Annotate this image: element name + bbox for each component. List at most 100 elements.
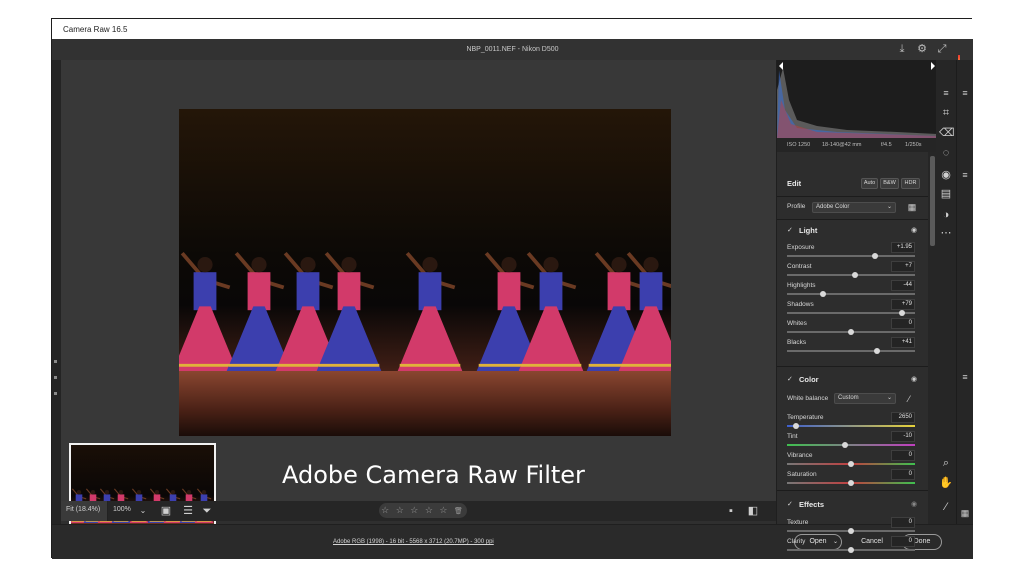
slider-knob[interactable] (851, 272, 858, 278)
save-image-icon[interactable]: ⤓ (894, 41, 910, 57)
sampler-icon[interactable]: ⁄ (939, 500, 953, 514)
grid-icon[interactable]: ▦ (958, 506, 972, 520)
fullscreen-icon[interactable]: ⤢ (934, 41, 950, 57)
hdr-button[interactable]: HDR (901, 178, 920, 189)
slider-label: Temperature (787, 414, 824, 421)
cancel-button[interactable]: Cancel (852, 534, 892, 550)
dancer (226, 251, 292, 371)
slider-knob[interactable] (819, 291, 826, 297)
eraser-icon[interactable]: ⌫ (939, 126, 955, 140)
chevron-down-icon[interactable]: ⌄ (887, 203, 892, 212)
slider-knob[interactable] (873, 348, 880, 354)
slider-label: Highlights (787, 282, 816, 289)
color-chevron-icon[interactable]: ✓ (787, 375, 793, 383)
star-rating-stars[interactable]: ☆ ☆ ☆ ☆ ☆ (381, 505, 449, 515)
color-section-heading[interactable]: Color (799, 375, 819, 384)
slider-track[interactable] (787, 312, 915, 314)
presets-icon[interactable]: ◑ (939, 208, 953, 222)
chevron-down-icon[interactable]: ⌄ (136, 504, 150, 518)
slider-value-field[interactable]: 0 (891, 536, 915, 547)
settings-gear-icon[interactable]: ⚙ (914, 41, 930, 57)
hand-tool-icon[interactable]: ✋ (939, 476, 953, 490)
slider-track[interactable] (787, 293, 915, 295)
chevron-down-icon[interactable]: ⌄ (833, 535, 838, 549)
slider-knob[interactable] (899, 310, 906, 316)
auto-button[interactable]: Auto (861, 178, 878, 189)
slider-value-field[interactable]: +1.95 (891, 242, 915, 253)
slider-label: Whites (787, 320, 807, 327)
white-balance-label: White balance (787, 395, 829, 402)
eye-icon[interactable]: ◉ (911, 226, 917, 234)
slider-knob[interactable] (848, 528, 854, 534)
effects-section-heading[interactable]: Effects (799, 500, 824, 509)
filmstrip-icon[interactable]: ▣ (159, 504, 173, 518)
divider (777, 196, 929, 197)
slider-knob[interactable] (848, 329, 854, 335)
eye-icon[interactable]: ◉ (911, 375, 917, 383)
slider-knob[interactable] (841, 442, 848, 448)
dancer (518, 251, 584, 371)
photo-preview[interactable] (179, 109, 671, 436)
strip-marker (54, 376, 57, 379)
slider-value-field[interactable]: +79 (891, 299, 915, 310)
slider-value-field[interactable]: -44 (891, 280, 915, 291)
white-balance-select[interactable]: Custom ⌄ (834, 393, 896, 404)
window-titlebar: Camera Raw 16.5 (52, 19, 973, 39)
panel-menu-icon[interactable]: ≡ (958, 370, 972, 384)
more-options-icon[interactable]: ⋯ (939, 226, 953, 240)
slider-value-field[interactable]: 0 (891, 450, 915, 461)
red-eye-icon[interactable]: ◉ (939, 168, 953, 182)
slider-value-field[interactable]: 0 (891, 517, 915, 528)
before-after-icon[interactable]: ◧ (746, 504, 760, 518)
trash-icon[interactable]: 🗑 (454, 508, 465, 515)
slider-knob[interactable] (848, 461, 854, 467)
strip-marker (54, 360, 57, 363)
slider-value-field[interactable]: 2650 (891, 412, 915, 423)
dancer (179, 251, 238, 371)
slider-knob[interactable] (848, 480, 854, 486)
slider-value-field[interactable]: 0 (891, 469, 915, 480)
image-canvas[interactable]: Adobe Camera Raw Filter (61, 60, 776, 539)
slider-label: Vibrance (787, 452, 813, 459)
crop-icon[interactable]: ⌗ (939, 106, 953, 120)
edit-sliders-icon[interactable]: ≡ (939, 86, 953, 100)
zoom-100-button[interactable]: 100% (113, 506, 131, 513)
profile-value: Adobe Color (816, 204, 850, 210)
slider-track[interactable] (787, 255, 915, 257)
snapshots-icon[interactable]: ▤ (939, 187, 953, 201)
fit-zoom-button[interactable]: Fit (18.4%) (61, 501, 108, 521)
slider-value-field[interactable]: -10 (891, 431, 915, 442)
slider-track[interactable] (787, 444, 915, 446)
chevron-down-icon[interactable]: ⌄ (887, 394, 892, 403)
slider-knob[interactable] (848, 547, 854, 553)
slider-label: Contrast (787, 263, 812, 270)
slider-track[interactable] (787, 350, 915, 352)
filter-icon[interactable]: ⏷ (200, 504, 214, 518)
slider-value-field[interactable]: 0 (891, 318, 915, 329)
view-mode-icon[interactable]: ▪ (724, 504, 738, 518)
bw-button[interactable]: B&W (880, 178, 899, 189)
panel-menu-icon[interactable]: ≡ (958, 86, 972, 100)
dancer (316, 251, 382, 371)
star-rating[interactable]: ☆ ☆ ☆ ☆ ☆ 🗑 (379, 503, 467, 518)
panel-scroll-thumb[interactable] (930, 156, 935, 246)
eye-icon[interactable]: ◉ (911, 500, 917, 508)
slider-knob[interactable] (792, 423, 799, 429)
masking-icon[interactable]: ◌ (939, 146, 953, 160)
profile-select[interactable]: Adobe Color ⌄ (812, 202, 896, 213)
light-section-heading[interactable]: Light (799, 226, 817, 235)
zoom-tool-icon[interactable]: ⌕ (939, 456, 953, 470)
tool-strip: ≡ ⌗ ⌫ ◌ ◉ ▤ ◑ ⋯ ⌕ ✋ ⁄ (936, 60, 956, 524)
slider-knob[interactable] (872, 253, 879, 259)
light-chevron-icon[interactable]: ✓ (787, 226, 793, 234)
slider-value-field[interactable]: +7 (891, 261, 915, 272)
slider-value-field[interactable]: +41 (891, 337, 915, 348)
workflow-options-link[interactable]: Adobe RGB (1998) - 16 bit - 5568 x 3712 … (333, 539, 494, 545)
profile-browser-icon[interactable]: ▦ (905, 200, 919, 214)
exif-lens: 18-140@42 mm (822, 142, 862, 148)
effects-chevron-icon[interactable]: ✓ (787, 500, 793, 508)
sort-icon[interactable]: ☰ (181, 504, 195, 518)
panel-menu-icon[interactable]: ≡ (958, 168, 972, 182)
slider-track[interactable] (787, 425, 915, 427)
eyedropper-icon[interactable]: ⁄ (902, 392, 916, 406)
